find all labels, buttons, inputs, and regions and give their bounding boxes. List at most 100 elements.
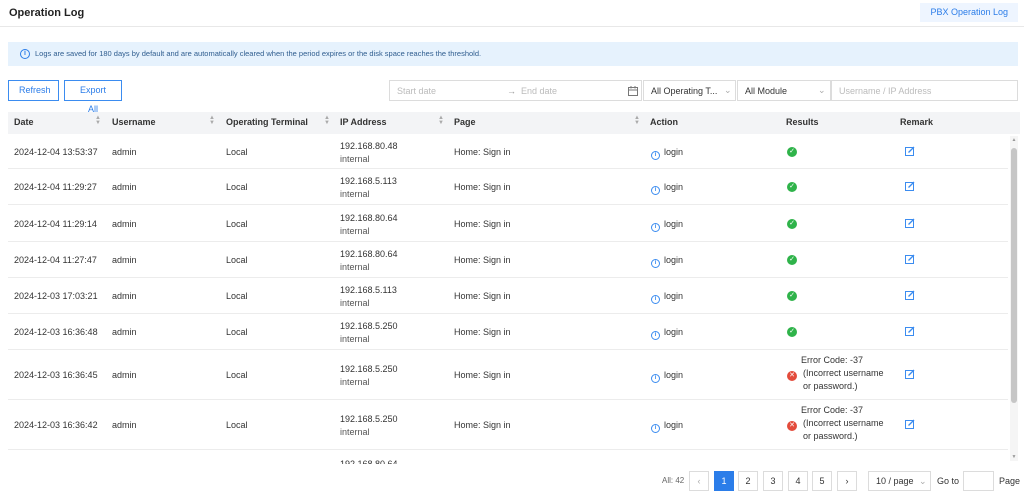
- page-size-select[interactable]: 10 / page ⌄: [868, 471, 931, 491]
- column-header-results: Results: [786, 117, 819, 127]
- prev-page-button[interactable]: ‹: [689, 471, 709, 491]
- error-description-line2: or password.): [803, 431, 858, 441]
- cell-action[interactable]: i login: [651, 370, 683, 383]
- success-check-icon: ✓: [787, 219, 797, 229]
- page-button-3[interactable]: 3: [763, 471, 783, 491]
- search-input[interactable]: Username / IP Address: [831, 80, 1018, 101]
- cell-ip-type: internal: [340, 427, 370, 437]
- action-label: login: [664, 255, 684, 265]
- cell-operating-terminal: Local: [226, 255, 248, 265]
- table-scrollbar[interactable]: ▲ ▼: [1010, 136, 1018, 461]
- scroll-up-icon[interactable]: ▲: [1011, 137, 1017, 143]
- info-icon: i: [651, 295, 660, 304]
- edit-icon[interactable]: [905, 419, 915, 429]
- error-description-line1: (Incorrect username: [803, 418, 884, 428]
- module-select[interactable]: All Module ⌄: [737, 80, 831, 101]
- cell-operating-terminal: Local: [226, 147, 248, 157]
- cell-date: 2024-12-03 16:36:45: [14, 370, 98, 380]
- cell-action[interactable]: i login: [651, 420, 683, 433]
- column-header-operating-terminal[interactable]: Operating Terminal: [226, 117, 308, 127]
- operating-terminal-value: All Operating T...: [651, 86, 718, 96]
- scroll-thumb[interactable]: [1011, 148, 1017, 403]
- table-header: Date ▲ ▼ Username ▲ ▼ Operating Terminal ▲…: [8, 112, 1020, 134]
- edit-icon[interactable]: [905, 326, 915, 336]
- edit-icon[interactable]: [905, 218, 915, 228]
- cell-username: admin: [112, 420, 137, 430]
- cell-ip-type: internal: [340, 262, 370, 272]
- error-description-line1: (Incorrect username: [803, 368, 884, 378]
- goto-page-input[interactable]: [963, 471, 994, 491]
- table-row: 2024-12-04 11:29:27 admin Local 192.168.5.1…: [8, 169, 1008, 205]
- sort-icon[interactable]: ▲ ▼: [95, 115, 101, 126]
- sort-icon[interactable]: ▲ ▼: [209, 115, 215, 126]
- export-all-button[interactable]: Export All: [64, 80, 122, 114]
- edit-icon[interactable]: [905, 181, 915, 191]
- action-label: login: [664, 219, 684, 229]
- edit-icon[interactable]: [905, 290, 915, 300]
- table-row: 2024-12-04 11:27:47 admin Local 192.168.80.…: [8, 242, 1008, 278]
- module-value: All Module: [745, 86, 788, 96]
- cell-date: 2024-12-03 16:36:42: [14, 420, 98, 430]
- refresh-button[interactable]: Refresh: [8, 80, 59, 101]
- cell-date: 2024-12-04 11:29:14: [14, 219, 97, 229]
- total-count: All: 42: [662, 476, 685, 485]
- info-icon: i: [20, 49, 30, 59]
- column-header-page[interactable]: Page: [454, 117, 476, 127]
- cell-operating-terminal: Local: [226, 182, 248, 192]
- edit-icon[interactable]: [905, 369, 915, 379]
- column-header-remark: Remark: [900, 117, 934, 127]
- column-header-username[interactable]: Username: [112, 117, 156, 127]
- cell-ip-type: internal: [340, 154, 370, 164]
- column-header-ip-address[interactable]: IP Address: [340, 117, 387, 127]
- cell-username: admin: [112, 327, 137, 337]
- cell-action[interactable]: i login: [651, 182, 683, 195]
- operation-log-table: Date ▲ ▼ Username ▲ ▼ Operating Terminal ▲…: [8, 112, 1020, 464]
- start-date-input[interactable]: Start date: [397, 86, 436, 96]
- cell-page: Home: Sign in: [454, 291, 511, 301]
- sort-icon[interactable]: ▲ ▼: [438, 115, 444, 126]
- cell-page: Home: Sign in: [454, 182, 511, 192]
- cell-page: Home: Sign in: [454, 219, 511, 229]
- cell-action[interactable]: i login: [651, 291, 683, 304]
- edit-icon[interactable]: [905, 146, 915, 156]
- scroll-down-icon[interactable]: ▼: [1011, 454, 1017, 460]
- cell-date: 2024-12-04 11:27:47: [14, 255, 97, 265]
- cell-username: admin: [112, 291, 137, 301]
- table-row: 2024-12-04 11:29:14 admin Local 192.168.80.…: [8, 205, 1008, 242]
- cell-username: admin: [112, 219, 137, 229]
- cell-ip-type: internal: [340, 334, 370, 344]
- cell-action[interactable]: i login: [651, 147, 683, 160]
- page-button-4[interactable]: 4: [788, 471, 808, 491]
- date-range-picker[interactable]: Start date → End date: [389, 80, 642, 101]
- cell-ip-address: 192.168.5.113: [340, 176, 397, 186]
- info-icon: i: [651, 223, 660, 232]
- table-row: 192.168.80.64: [8, 450, 1008, 464]
- next-page-button[interactable]: ›: [837, 471, 857, 491]
- cell-ip-address: 192.168.80.48: [340, 141, 398, 151]
- cell-action[interactable]: i login: [651, 219, 683, 232]
- edit-icon[interactable]: [905, 254, 915, 264]
- cell-action[interactable]: i login: [651, 255, 683, 268]
- page-button-2[interactable]: 2: [738, 471, 758, 491]
- cell-action[interactable]: i login: [651, 327, 683, 340]
- cell-date: 2024-12-04 11:29:27: [14, 182, 97, 192]
- operating-terminal-select[interactable]: All Operating T... ⌄: [643, 80, 736, 101]
- cell-ip-type: internal: [340, 189, 370, 199]
- end-date-input[interactable]: End date: [521, 86, 557, 96]
- chevron-down-icon: ⌄: [818, 85, 826, 95]
- info-icon: i: [651, 331, 660, 340]
- error-description-line2: or password.): [803, 381, 858, 391]
- sort-icon[interactable]: ▲ ▼: [324, 115, 330, 126]
- cell-ip-type: internal: [340, 377, 370, 387]
- cell-operating-terminal: Local: [226, 420, 248, 430]
- sort-icon[interactable]: ▲ ▼: [634, 115, 640, 126]
- page-button-1[interactable]: 1: [714, 471, 734, 491]
- info-icon: i: [651, 374, 660, 383]
- calendar-icon[interactable]: [628, 86, 638, 96]
- column-header-date[interactable]: Date: [14, 117, 34, 127]
- pbx-operation-log-button[interactable]: PBX Operation Log: [920, 3, 1018, 22]
- range-arrow-icon: →: [507, 86, 516, 96]
- goto-label: Go to: [937, 476, 960, 486]
- page-button-5[interactable]: 5: [812, 471, 832, 491]
- action-label: login: [664, 420, 684, 430]
